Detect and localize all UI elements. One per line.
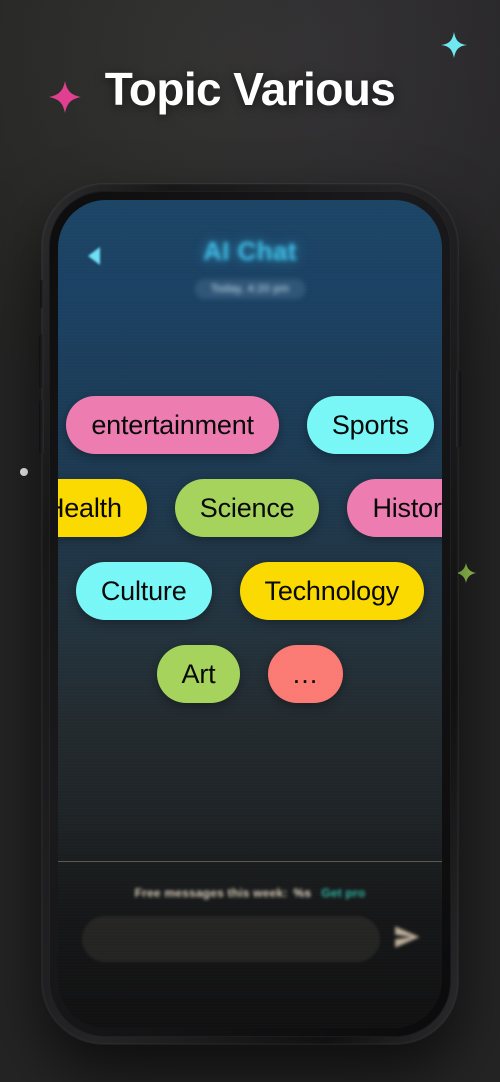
topic-chip-more[interactable]: … [268,645,344,703]
page-title: Topic Various [104,63,396,115]
topic-chip-science[interactable]: Science [174,479,320,537]
message-input-row [82,916,422,962]
chat-title: AI Chat [203,236,297,266]
message-input[interactable] [82,916,380,962]
topic-chip-health[interactable]: Health [58,479,147,537]
phone-silent-switch[interactable] [40,280,44,308]
topic-chip-row: Health Science History [58,479,442,537]
topic-chip-list: entertainment Sports Health Science Hist… [58,396,442,728]
free-messages-label: Free messages this week: [134,886,288,900]
chat-header: AI Chat Today, 4:20 pm [58,200,442,318]
topic-chip-label: Art [181,658,216,689]
get-pro-link[interactable]: Get pro [321,886,365,900]
topic-chip-label: Technology [264,575,400,606]
topic-chip-sports[interactable]: Sports [306,396,434,454]
free-messages-count: %s [293,886,312,900]
topic-chip-label: … [291,658,321,689]
topic-chip-label: entertainment [91,409,254,440]
free-messages-status: Free messages this week: %s Get pro [58,886,442,900]
sparkle-star-cyan [440,31,468,59]
phone-power-button[interactable] [456,370,461,448]
topic-chip-row: Art … [58,645,442,703]
topic-chip-label: History [372,492,442,523]
phone-mockup: AI Chat Today, 4:20 pm entertainment Spo… [39,184,461,1044]
phone-volume-down-button[interactable] [39,400,44,454]
topic-chip-label: Sports [331,409,409,440]
chat-timestamp: Today, 4:20 pm [194,279,306,299]
topic-chip-culture[interactable]: Culture [75,562,212,620]
dot-white [20,468,28,476]
topic-chip-label: Culture [100,575,187,606]
topic-chip-history[interactable]: History [347,479,442,537]
topic-chip-art[interactable]: Art [156,645,241,703]
topic-chip-row: Culture Technology [58,562,442,620]
topic-chip-entertainment[interactable]: entertainment [66,396,279,454]
topic-chip-label: Health [58,492,122,523]
topic-chip-technology[interactable]: Technology [239,562,425,620]
phone-screen: AI Chat Today, 4:20 pm entertainment Spo… [58,200,442,1028]
phone-volume-up-button[interactable] [39,334,44,388]
topic-chip-label: Science [199,492,295,523]
send-icon[interactable] [392,922,422,957]
footer-divider [58,861,442,862]
topic-chip-row: entertainment Sports [58,396,442,454]
sparkle-diamond-green [455,562,477,584]
